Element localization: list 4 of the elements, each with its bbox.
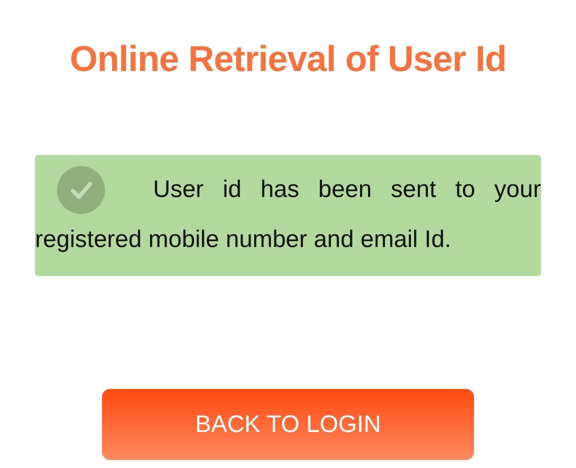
- page-title: Online Retrieval of User Id: [70, 37, 506, 81]
- back-to-login-button[interactable]: BACK TO LOGIN: [102, 389, 474, 460]
- success-message: User id has been sent to your registered mobile number and email Id.: [35, 155, 541, 276]
- check-icon: [57, 166, 105, 214]
